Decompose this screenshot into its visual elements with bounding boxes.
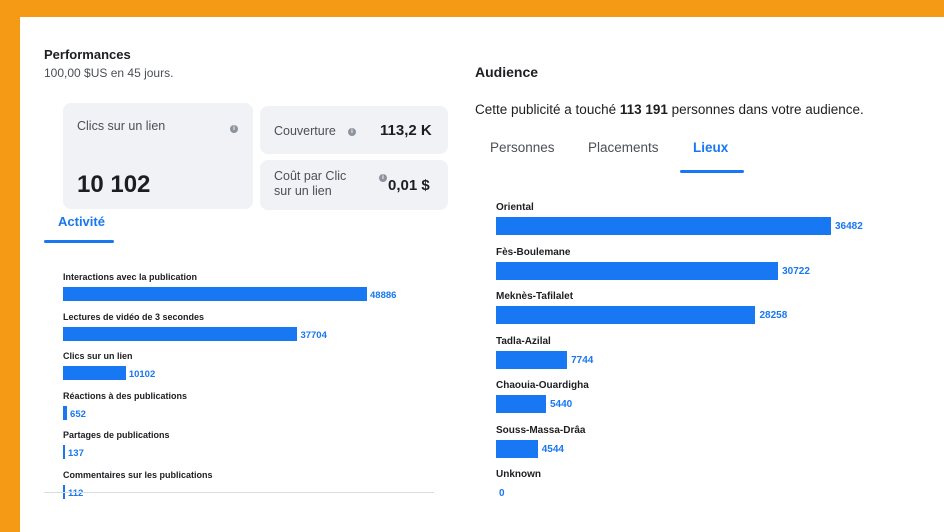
location-value: 30722 [782, 265, 810, 277]
reach-prefix: Cette publicité a touché [475, 102, 620, 117]
tab-activity-underline [44, 240, 114, 243]
coverage-label: Couverture [274, 124, 336, 138]
metric-label: Réactions à des publications [63, 390, 188, 401]
metric-label: Clics sur un lien [63, 351, 133, 361]
cost-per-click-label-line2: sur un lien [274, 184, 332, 198]
metric-bar [63, 405, 68, 420]
cost-per-click-value: 0,01 $ [388, 177, 430, 194]
cost-per-click-label-line1: Coût par Clic [274, 169, 347, 183]
link-clicks-value: 10 102 [77, 171, 151, 198]
link-clicks-card[interactable]: Clics sur un lien i 10 102 [63, 103, 253, 209]
metric-value: 137 [68, 448, 84, 459]
coverage-value: 113,2 K [380, 122, 432, 139]
metric-value: 112 [68, 487, 84, 499]
location-value: 28258 [759, 310, 788, 321]
tab-personnes[interactable]: Personnes [490, 140, 555, 155]
audience-reach-text: Cette publicité a touché 113 191 personn… [475, 102, 864, 117]
location-label: Souss-Massa-Drâa [496, 424, 586, 436]
metric-value: 37704 [300, 329, 327, 341]
performance-subtitle: 100,00 $US en 45 jours. [44, 66, 174, 80]
metric-value: 652 [70, 408, 86, 420]
reach-suffix: personnes dans votre audience. [667, 102, 864, 117]
tab-activity[interactable]: Activité [58, 214, 105, 229]
location-bar [496, 395, 546, 413]
location-label: Chaouia-Ouardigha [496, 380, 589, 391]
metric-label: Commentaires sur les publications [63, 469, 213, 480]
location-value: 4544 [541, 443, 564, 455]
location-value: 36482 [835, 221, 863, 232]
location-label: Meknès-Tafilalet [496, 291, 574, 302]
metric-value: 10102 [128, 369, 156, 380]
location-bar [496, 439, 538, 458]
metric-bar [63, 366, 126, 380]
location-bar [496, 306, 756, 324]
location-label: Unknown [496, 469, 541, 480]
metric-value: 48886 [370, 290, 397, 301]
location-label: Oriental [496, 202, 534, 213]
audience-title: Audience [475, 64, 539, 80]
tab-lieux[interactable]: Lieux [693, 140, 728, 155]
reach-number: 113 191 [619, 102, 668, 117]
tab-lieux-underline [680, 170, 744, 173]
coverage-card[interactable]: Couverture i 113,2 K [260, 106, 448, 154]
metric-bar [63, 445, 65, 459]
location-value: 7744 [571, 354, 594, 366]
location-label: Fès-Boulemane [496, 246, 571, 258]
metric-bar [63, 287, 367, 301]
metric-label: Partages de publications [63, 430, 170, 440]
metric-label: Interactions avec la publication [63, 272, 198, 282]
divider [44, 492, 434, 493]
metric-bar [63, 326, 298, 341]
location-bar [496, 350, 568, 369]
location-label: Tadla-Azilal [496, 335, 551, 347]
cost-per-click-card[interactable]: Coût par Clic sur un lien i 0,01 $ [260, 160, 448, 210]
info-icon[interactable]: i [348, 128, 356, 136]
cost-per-click-label: Coût par Clic sur un lien [274, 169, 346, 199]
info-icon[interactable]: i [379, 174, 387, 182]
info-icon[interactable]: i [230, 125, 238, 133]
location-value: 5440 [549, 399, 573, 410]
performance-title: Performances [44, 47, 131, 62]
location-bar [496, 261, 779, 280]
tab-placements[interactable]: Placements [588, 140, 659, 155]
location-value: 0 [499, 488, 505, 499]
location-bar [496, 217, 831, 235]
metric-label: Lectures de vidéo de 3 secondes [63, 311, 205, 322]
link-clicks-label: Clics sur un lien [77, 119, 166, 133]
